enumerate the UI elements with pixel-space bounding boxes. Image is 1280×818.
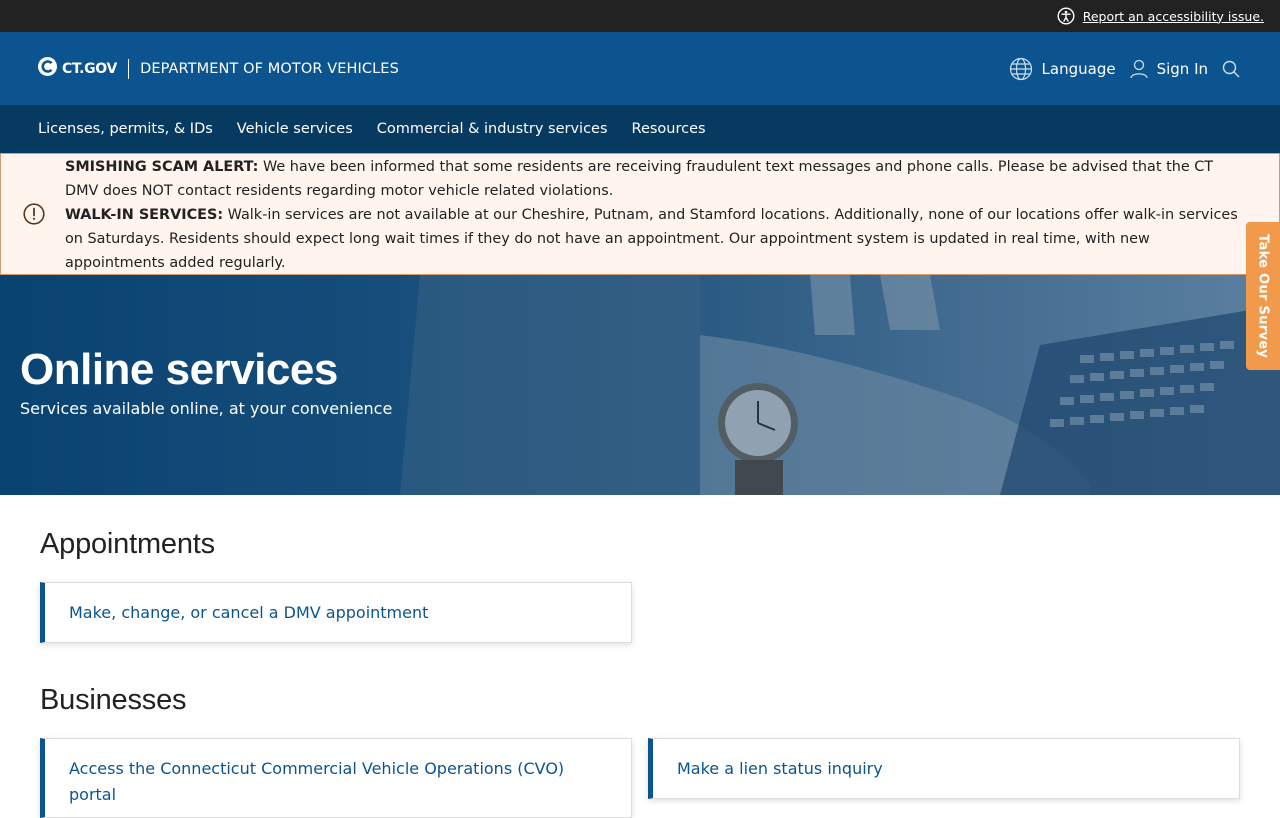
appointment-link-card[interactable]: Make, change, or cancel a DMV appointmen… (40, 582, 632, 643)
walkin-alert-title: WALK-IN SERVICES: (65, 207, 224, 223)
cvo-portal-link[interactable]: Access the Connecticut Commercial Vehicl… (69, 759, 564, 804)
accessibility-report-link[interactable]: Report an accessibility issue. (1083, 9, 1264, 24)
utility-bar: Report an accessibility issue. (0, 0, 1280, 32)
alert-icon (23, 203, 45, 229)
cvo-portal-card[interactable]: Access the Connecticut Commercial Vehicl… (40, 738, 632, 818)
main-nav: Licenses, permits, & IDs Vehicle service… (0, 105, 1280, 153)
alert-banner: SMISHING SCAM ALERT: We have been inform… (0, 153, 1280, 275)
hero-banner: Online services Services available onlin… (0, 275, 1280, 495)
user-icon (1129, 59, 1148, 79)
walkin-alert-text: Walk-in services are not available at ou… (65, 207, 1238, 271)
lien-inquiry-card[interactable]: Make a lien status inquiry (648, 738, 1240, 799)
brand-divider (128, 58, 130, 79)
nav-item-resources[interactable]: Resources (632, 121, 706, 137)
ct-logo-icon (38, 57, 57, 80)
header-actions: Language Sign In (995, 32, 1240, 105)
smishing-alert-title: SMISHING SCAM ALERT: (65, 159, 259, 175)
lien-inquiry-link[interactable]: Make a lien status inquiry (677, 759, 883, 778)
nav-item-vehicle-services[interactable]: Vehicle services (237, 121, 353, 137)
walkin-alert: WALK-IN SERVICES: Walk-in services are n… (65, 203, 1251, 275)
page-title: Online services (20, 345, 338, 394)
survey-tab[interactable]: Take Our Survey (1246, 222, 1280, 370)
accessibility-icon (1057, 7, 1075, 25)
signin-label: Sign In (1156, 59, 1208, 78)
globe-icon (1009, 57, 1033, 81)
nav-item-commercial[interactable]: Commercial & industry services (377, 121, 608, 137)
brand[interactable]: CT.GOV DEPARTMENT OF MOTOR VEHICLES (38, 32, 399, 105)
page-subtitle: Services available online, at your conve… (20, 399, 393, 418)
search-icon (1222, 60, 1240, 78)
businesses-heading: Businesses (40, 684, 187, 716)
signin-button[interactable]: Sign In (1129, 59, 1208, 79)
nav-item-licenses[interactable]: Licenses, permits, & IDs (38, 121, 213, 137)
ct-gov-logo[interactable]: CT.GOV (38, 57, 117, 80)
search-button[interactable] (1222, 60, 1240, 78)
language-button[interactable]: Language (1009, 57, 1116, 81)
appointments-heading: Appointments (40, 528, 215, 560)
accessibility-report[interactable]: Report an accessibility issue. (1057, 0, 1264, 32)
survey-label: Take Our Survey (1255, 233, 1271, 359)
department-name[interactable]: DEPARTMENT OF MOTOR VEHICLES (140, 61, 399, 77)
site-header: CT.GOV DEPARTMENT OF MOTOR VEHICLES Lang… (0, 32, 1280, 105)
appointment-link[interactable]: Make, change, or cancel a DMV appointmen… (69, 603, 428, 622)
logo-text: CT.GOV (62, 60, 118, 77)
smishing-alert: SMISHING SCAM ALERT: We have been inform… (65, 155, 1251, 203)
language-label: Language (1041, 59, 1116, 78)
